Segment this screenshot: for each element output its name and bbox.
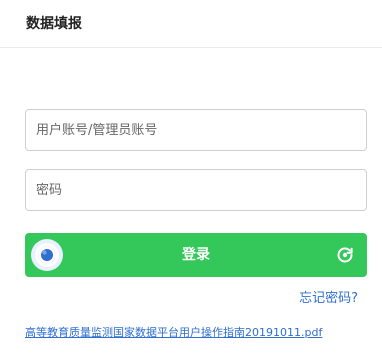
login-button[interactable]: 登录: [25, 233, 367, 277]
username-input[interactable]: [36, 110, 356, 150]
forgot-password-link[interactable]: 忘记密码?: [299, 290, 358, 308]
page-title: 数据填报: [26, 16, 82, 32]
user-manual-link[interactable]: 高等教育质量监测国家数据平台用户操作指南20191011.pdf: [25, 325, 322, 341]
password-input[interactable]: [36, 170, 356, 210]
refresh-icon[interactable]: [335, 245, 355, 265]
password-field[interactable]: [25, 169, 367, 211]
page-header: 数据填报: [0, 0, 382, 48]
username-field[interactable]: [25, 109, 367, 151]
login-button-label: 登录: [182, 247, 210, 263]
